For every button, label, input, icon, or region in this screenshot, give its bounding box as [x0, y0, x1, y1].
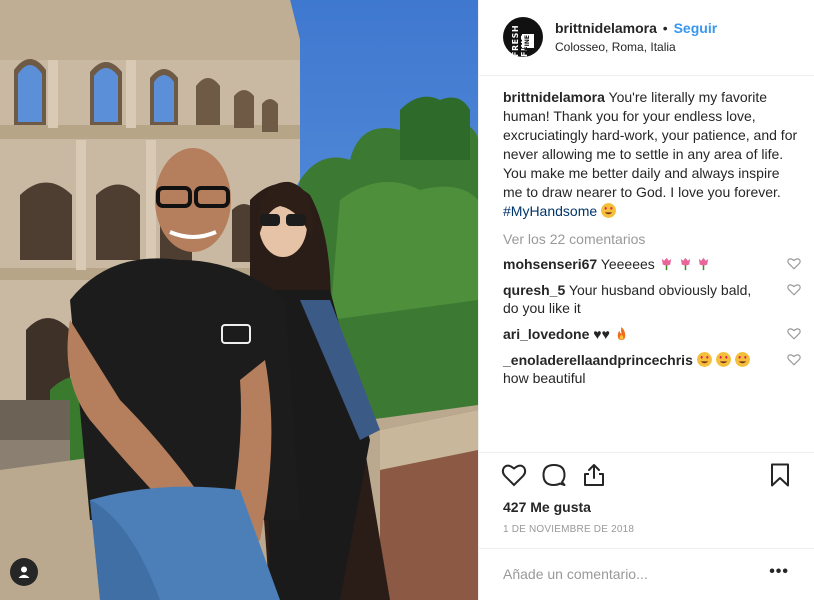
- avatar[interactable]: FRESH FINE FINE: [503, 17, 543, 57]
- avatar-logo-text-2: FINE: [524, 35, 531, 51]
- user-tag-icon: [18, 566, 30, 578]
- share-upload-icon[interactable]: [581, 462, 607, 488]
- header-user-line: brittnidelamora • Seguir: [555, 20, 717, 36]
- view-all-comments-link[interactable]: Ver los 22 comentarios: [503, 231, 799, 247]
- comment-like-icon[interactable]: [787, 327, 801, 340]
- comment-username[interactable]: quresh_5: [503, 282, 565, 298]
- caption-username[interactable]: brittnidelamora: [503, 89, 605, 105]
- actions-divider: [479, 452, 814, 453]
- comment-text: Yeeeees: [597, 256, 655, 272]
- post-photo[interactable]: [0, 0, 478, 600]
- more-options-button[interactable]: •••: [769, 564, 789, 580]
- tulip-emoji-icon: [661, 257, 671, 271]
- avatar-logo-box: FINE: [522, 34, 534, 51]
- heart-outline-icon[interactable]: [501, 462, 527, 488]
- comments-section: brittnidelamora You're literally my favo…: [503, 88, 801, 387]
- heart-eyes-emoji-icon: [696, 352, 712, 367]
- caption-hashtag[interactable]: #MyHandsome: [503, 203, 597, 219]
- likes-count[interactable]: 427 Me gusta: [503, 499, 591, 515]
- comment-text: ♥♥: [589, 326, 610, 342]
- colosseum-couple-photo: [0, 0, 478, 600]
- speech-bubble-icon[interactable]: [541, 462, 567, 488]
- comment-username[interactable]: _enoladerellaandprincechris: [503, 352, 693, 368]
- comment-item: _enoladerellaandprincechris how beautifu…: [503, 351, 801, 387]
- tulip-emoji-icon: [680, 257, 690, 271]
- header-username-link[interactable]: brittnidelamora: [555, 20, 657, 36]
- comment-like-icon[interactable]: [787, 283, 801, 296]
- header-separator: •: [662, 20, 668, 36]
- post-side-panel: FRESH FINE FINE brittnidelamora • Seguir…: [478, 0, 814, 600]
- comment-like-icon[interactable]: [787, 257, 801, 270]
- comment-item: mohsenseri67 Yeeeees: [503, 255, 801, 273]
- add-comment-input[interactable]: [503, 563, 753, 585]
- location-link[interactable]: Colosseo, Roma, Italia: [555, 40, 676, 54]
- follow-button[interactable]: Seguir: [674, 20, 718, 36]
- post-date: 1 DE NOVIEMBRE DE 2018: [503, 524, 635, 535]
- comment-item: quresh_5 Your husband obviously bald, do…: [503, 281, 801, 317]
- add-comment-bar: •••: [479, 548, 814, 600]
- user-tags-button[interactable]: [10, 558, 38, 586]
- comment-item: ari_lovedone ♥♥: [503, 325, 801, 343]
- comment-like-icon[interactable]: [787, 353, 801, 366]
- fire-emoji-icon: [617, 326, 626, 341]
- heart-eyes-emoji-icon: [601, 203, 617, 218]
- comment-username[interactable]: ari_lovedone: [503, 326, 589, 342]
- post-header: FRESH FINE FINE brittnidelamora • Seguir…: [479, 0, 814, 76]
- caption-text: You're literally my favorite human! Than…: [503, 89, 798, 200]
- heart-eyes-emoji-icon: [715, 352, 731, 367]
- post-caption: brittnidelamora You're literally my favo…: [503, 88, 799, 221]
- comment-username[interactable]: mohsenseri67: [503, 256, 597, 272]
- bookmark-icon[interactable]: [767, 462, 793, 488]
- comment-text: how beautiful: [503, 370, 586, 386]
- tulip-emoji-icon: [699, 257, 709, 271]
- heart-eyes-emoji-icon: [734, 352, 750, 367]
